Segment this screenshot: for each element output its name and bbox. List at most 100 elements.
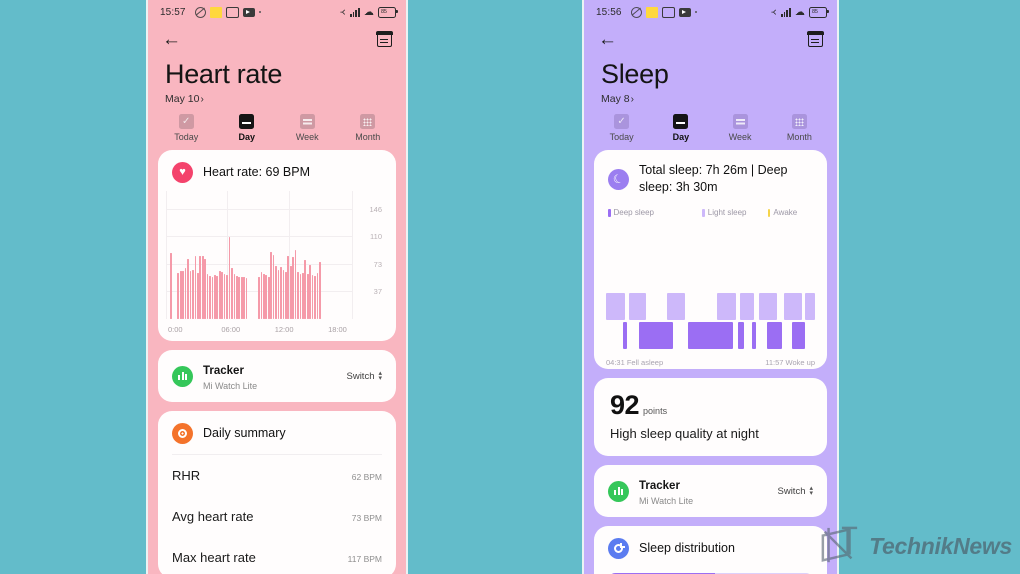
phone-screen-heart-rate: 15:57 ᚜ ☁ 85 ← Heart rate May 10 › ✓ Tod… xyxy=(146,0,408,574)
tab-week-label: Week xyxy=(728,132,752,143)
chart-bar xyxy=(311,275,314,320)
yellow-square-icon xyxy=(645,6,658,18)
sleep-stage-block xyxy=(792,322,805,350)
tab-today[interactable]: Today xyxy=(156,114,217,142)
chart-bar xyxy=(319,262,321,320)
tracker-info: Tracker Mi Watch Lite xyxy=(203,361,347,391)
chart-bar xyxy=(294,250,297,320)
sleep-distribution-title: Sleep distribution xyxy=(639,541,735,556)
summary-value: 117 BPM xyxy=(347,554,382,565)
chart-bar xyxy=(231,268,233,320)
wifi-icon: ☁ xyxy=(794,6,805,18)
chart-bar xyxy=(192,269,194,320)
chart-bar xyxy=(272,254,275,320)
tab-day-label: Day xyxy=(672,132,690,143)
tab-month[interactable]: Month xyxy=(338,114,399,142)
switch-updown-icon: ▴ ▾ xyxy=(378,370,382,383)
legend-swatch xyxy=(702,208,705,217)
cast-icon xyxy=(225,6,239,18)
tab-bar-heart: Today Day Week Month xyxy=(148,114,406,142)
status-right-icons: ᚜ ☁ 85 xyxy=(771,6,829,18)
calendar-icon[interactable] xyxy=(376,30,393,47)
page-title: Sleep xyxy=(601,59,669,89)
today-check-icon xyxy=(178,114,194,130)
chart-bar xyxy=(211,276,214,320)
video-icon xyxy=(678,7,691,17)
date-selector[interactable]: May 10 › xyxy=(165,93,389,105)
status-bar-heart: 15:57 ᚜ ☁ 85 xyxy=(148,0,406,24)
switch-tracker-button[interactable]: Switch ▴ ▾ xyxy=(778,485,814,497)
score-unit: points xyxy=(643,406,668,417)
summary-row-max: Max heart rate 117 BPM xyxy=(158,537,396,574)
x-tick-label: 06:00 xyxy=(221,325,241,335)
chart-bar xyxy=(226,275,228,320)
tracker-card-heart[interactable]: Tracker Mi Watch Lite Switch ▴ ▾ xyxy=(158,350,396,403)
calendar-icon[interactable] xyxy=(807,30,824,47)
chart-bar xyxy=(297,272,299,320)
x-tick-label: 12:00 xyxy=(274,325,294,335)
tracker-card-sleep[interactable]: Tracker Mi Watch Lite Switch ▴ ▾ xyxy=(594,465,827,518)
summary-row-rhr: RHR 62 BPM xyxy=(158,455,396,496)
chart-bar xyxy=(306,273,309,320)
grid-vline xyxy=(352,191,353,320)
chart-bar xyxy=(258,277,260,320)
content-scroll-sleep[interactable]: Total sleep: 7h 26m | Deep sleep: 3h 30m… xyxy=(584,142,837,574)
tab-month[interactable]: Month xyxy=(770,114,829,142)
more-dot-icon xyxy=(258,11,261,13)
chart-bar xyxy=(228,236,231,320)
switch-label: Switch xyxy=(346,370,375,382)
chart-bar xyxy=(299,273,302,320)
tab-week[interactable]: Week xyxy=(277,114,338,142)
screenshot-stage: 15:57 ᚜ ☁ 85 ← Heart rate May 10 › ✓ Tod… xyxy=(0,0,1020,574)
tab-today[interactable]: Today xyxy=(592,114,651,142)
back-button[interactable]: ← xyxy=(162,30,181,49)
tab-day[interactable]: Day xyxy=(217,114,278,142)
legend-deep-sleep: Deep sleep xyxy=(608,208,702,217)
chart-bar xyxy=(204,258,206,320)
chart-x-axis: 0:00 06:00 12:00 18:00 xyxy=(168,325,352,339)
back-button[interactable]: ← xyxy=(598,30,617,49)
tracker-row[interactable]: Tracker Mi Watch Lite Switch ▴ ▾ xyxy=(594,465,827,517)
sleep-stage-block xyxy=(758,293,778,321)
sleep-stage-block xyxy=(766,322,782,350)
status-bar-sleep: 15:56 ᚜ ☁ 85 xyxy=(584,0,837,24)
tracker-device: Mi Watch Lite xyxy=(203,381,258,392)
signal-icon xyxy=(780,7,791,17)
sleep-stage-block xyxy=(737,322,744,350)
chart-bar xyxy=(179,270,182,320)
woke-up-label: 11:57 Woke up xyxy=(765,358,815,368)
date-selector[interactable]: May 8 › xyxy=(601,93,820,105)
heart-rate-value-text: Heart rate: 69 BPM xyxy=(203,165,310,180)
heart-rate-chart[interactable]: 37 73 110 146 0:00 06:00 12:00 18:00 xyxy=(166,191,386,341)
tab-day[interactable]: Day xyxy=(651,114,710,142)
tracker-bars-icon xyxy=(608,480,629,502)
x-tick-label: 0:00 xyxy=(168,325,183,335)
sleep-stage-chart[interactable]: 04:31 Fell asleep 11:57 Woke up xyxy=(606,217,815,369)
chevron-right-icon: › xyxy=(200,93,204,105)
tab-week[interactable]: Week xyxy=(711,114,770,142)
chart-bar xyxy=(238,276,241,320)
heart-rate-chart-card: Heart rate: 69 BPM 37 73 110 146 0:00 06:00 1… xyxy=(158,150,396,342)
chart-bar xyxy=(206,274,209,320)
sleep-stage-block xyxy=(716,293,736,321)
status-right-icons: ᚜ ☁ 85 xyxy=(341,6,398,18)
chart-bar xyxy=(218,271,221,320)
chart-bar xyxy=(194,256,197,320)
chart-bar xyxy=(187,259,189,320)
sleep-stage-block xyxy=(804,293,815,321)
daily-summary-header: Daily summary xyxy=(158,411,396,452)
today-check-icon xyxy=(614,114,630,130)
chart-bar xyxy=(309,265,311,320)
week-lines-icon xyxy=(299,114,315,130)
bluetooth-icon: ᚜ xyxy=(771,6,777,18)
tracker-device: Mi Watch Lite xyxy=(639,496,694,507)
switch-tracker-button[interactable]: Switch ▴ ▾ xyxy=(346,370,383,383)
tab-day-label: Day xyxy=(238,132,255,143)
content-scroll-heart[interactable]: Heart rate: 69 BPM 37 73 110 146 0:00 06:00 1… xyxy=(148,142,406,574)
chart-bar xyxy=(292,257,294,320)
chart-bar xyxy=(214,275,216,320)
sleep-blocks xyxy=(606,293,815,350)
sleep-distribution-icon xyxy=(608,538,629,560)
tracker-row[interactable]: Tracker Mi Watch Lite Switch ▴ ▾ xyxy=(158,350,396,402)
legend-swatch xyxy=(608,208,611,217)
